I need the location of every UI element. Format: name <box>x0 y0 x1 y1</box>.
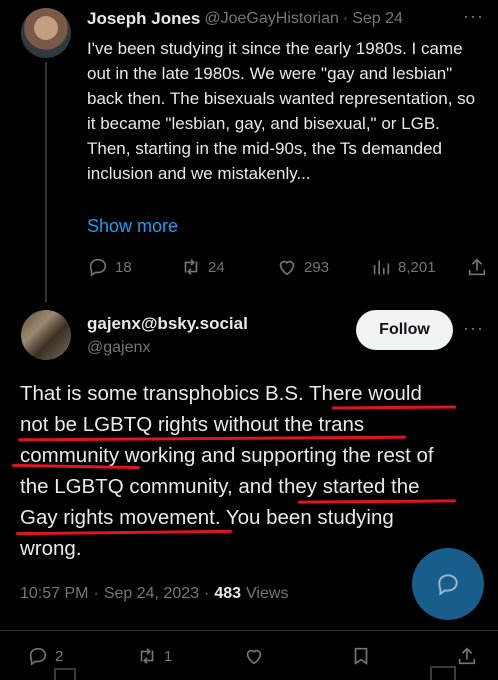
views-button[interactable]: 8,201 <box>370 256 436 278</box>
tweet-line: Gay rights movement. You been studying <box>20 506 394 529</box>
reply-icon <box>29 647 47 666</box>
share-button[interactable] <box>456 645 478 667</box>
retweet-icon <box>140 648 154 664</box>
heart-icon <box>279 260 295 276</box>
tweet-date[interactable]: Sep 24, 2023 <box>104 585 199 603</box>
views-label: Views <box>246 585 289 602</box>
tweet-date[interactable]: Sep 24 <box>352 10 403 28</box>
like-button[interactable] <box>243 645 265 667</box>
messages-icon[interactable] <box>430 666 456 680</box>
retweet-count: 24 <box>208 258 225 276</box>
display-name[interactable]: Joseph Jones <box>87 9 200 29</box>
reply-count: 18 <box>115 258 132 276</box>
views-count: 8,201 <box>398 258 436 276</box>
thread-line <box>45 62 47 302</box>
retweet-button[interactable]: 24 <box>180 256 225 278</box>
tweet-line: wrong. <box>20 537 82 560</box>
handle[interactable]: @gajenx <box>87 339 150 357</box>
reply-button[interactable]: 2 <box>27 645 63 667</box>
tweet-text: I've been studying it since the early 19… <box>87 39 476 183</box>
show-more-link[interactable]: Show more <box>87 216 178 237</box>
bookmark-button[interactable] <box>350 645 372 667</box>
separator: · <box>93 585 99 602</box>
retweet-count: 1 <box>164 647 173 665</box>
divider <box>0 630 498 631</box>
share-icon <box>468 258 486 276</box>
tweet-meta: 10:57 PM · Sep 24, 2023 · 483 Views <box>20 585 288 603</box>
share-button[interactable] <box>466 256 488 278</box>
display-name[interactable]: gajenx@bsky.social <box>87 314 248 334</box>
handle[interactable]: @JoeGayHistorian <box>204 10 339 28</box>
reply-button[interactable]: 18 <box>87 256 132 278</box>
more-options-icon[interactable]: ··· <box>463 6 484 27</box>
separator: · <box>204 585 210 602</box>
avatar-joseph-jones[interactable] <box>21 8 71 58</box>
compose-reply-button[interactable] <box>412 548 484 620</box>
heart-icon <box>246 649 262 665</box>
separator: · <box>342 10 349 27</box>
tweet-line: not be LGBTQ rights without the trans <box>20 413 365 436</box>
tweet-line: That is some transphobics B.S. There wou… <box>20 382 422 405</box>
chat-bubble-icon <box>438 574 458 596</box>
tweet-time[interactable]: 10:57 PM <box>20 585 88 603</box>
home-icon[interactable] <box>54 668 76 680</box>
reply-icon <box>89 258 107 277</box>
like-count: 293 <box>304 258 330 276</box>
more-options-icon[interactable]: ··· <box>463 318 484 339</box>
retweet-button[interactable]: 1 <box>136 645 172 667</box>
views-count: 483 <box>214 585 242 602</box>
analytics-icon <box>373 260 390 275</box>
avatar-gajenx[interactable] <box>21 310 71 360</box>
share-icon <box>458 647 476 665</box>
reply-count: 2 <box>55 647 64 665</box>
follow-button[interactable]: Follow <box>356 310 453 350</box>
bookmark-icon <box>354 647 368 665</box>
tweet-line: the LGBTQ community, and they started th… <box>20 475 420 498</box>
retweet-icon <box>184 259 198 275</box>
like-button[interactable]: 293 <box>276 256 329 278</box>
